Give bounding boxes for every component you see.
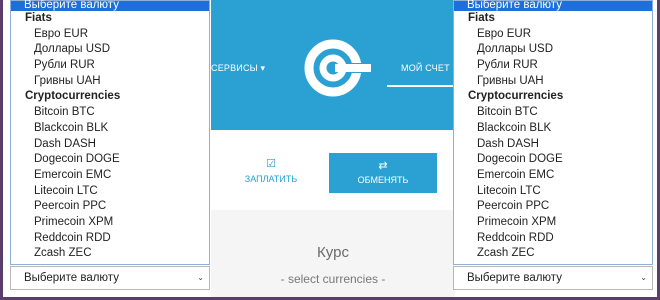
brand-logo-icon[interactable] — [295, 30, 371, 106]
dropdown-option-selected[interactable]: Выберите валюту — [11, 0, 209, 11]
dropdown-group-crypto: Cryptocurrencies — [25, 90, 121, 103]
dropdown-option[interactable]: Dash DASH — [11, 137, 209, 153]
site-header: СЕРВИСЫ ▾ МОЙ СЧЕТ — [211, 0, 455, 130]
exchange-page: СЕРВИСЫ ▾ МОЙ СЧЕТ ☑ ЗАПЛАТИТЬ ⇄ ОБМЕНЯТ… — [211, 0, 455, 297]
rate-title: Курс — [317, 244, 349, 261]
exchange-arrows-icon: ⇄ — [378, 160, 388, 172]
dropdown-option[interactable]: Евро EUR — [11, 27, 209, 43]
dropdown-option[interactable]: Гривны UAH — [11, 74, 209, 90]
dropdown-group-fiats: Fiats — [468, 12, 495, 24]
currency-select-left[interactable]: Выберите валюту ⌄ — [10, 266, 210, 290]
nav-my-account-link[interactable]: МОЙ СЧЕТ — [401, 63, 450, 73]
dropdown-option[interactable]: Emercoin EMC — [11, 168, 209, 184]
dropdown-option[interactable]: Blackcoin BLK — [11, 121, 209, 137]
currency-select-right[interactable]: Выберите валюту ⌄ — [453, 266, 653, 290]
rate-select-currencies: - select currencies - — [280, 272, 386, 286]
rate-section: Курс - select currencies - — [211, 210, 455, 297]
nav-active-underline — [387, 85, 453, 87]
dropdown-option[interactable]: Zcash ZEC — [11, 246, 209, 262]
nav-services-link[interactable]: СЕРВИСЫ ▾ — [211, 63, 265, 74]
dropdown-option[interactable]: Рубли RUR — [11, 58, 209, 74]
currency-dropdown-left: Выберите валюту Fiats Евро EUR Доллары U… — [10, 0, 210, 265]
dropdown-option[interactable]: Primecoin XPM — [454, 215, 652, 231]
dropdown-option[interactable]: Доллары USD — [454, 42, 652, 58]
dropdown-option[interactable]: Dogecoin DOGE — [454, 152, 652, 168]
currency-select-value: Выберите валюту — [467, 272, 562, 284]
currency-dropdown-right: Выберите валюту Fiats Евро EUR Доллары U… — [453, 0, 653, 265]
dropdown-option[interactable]: Primecoin XPM — [11, 215, 209, 231]
exchange-button[interactable]: ⇄ ОБМЕНЯТЬ — [329, 153, 437, 193]
pay-button-label: ЗАПЛАТИТЬ — [244, 174, 298, 184]
dropdown-option[interactable]: Litecoin LTC — [11, 184, 209, 200]
dropdown-option[interactable]: Reddcoin RDD — [11, 231, 209, 247]
check-square-icon: ☑ — [266, 158, 276, 170]
dropdown-option[interactable]: Dogecoin DOGE — [11, 152, 209, 168]
action-buttons: ☑ ЗАПЛАТИТЬ ⇄ ОБМЕНЯТЬ — [211, 130, 455, 210]
dropdown-option[interactable]: Bitcoin BTC — [11, 105, 209, 121]
chevron-down-icon[interactable]: ⌄ — [197, 267, 204, 289]
dropdown-option[interactable]: Peercoin PPC — [454, 199, 652, 215]
dropdown-option[interactable]: Zcash ZEC — [454, 246, 652, 262]
dropdown-group-crypto: Cryptocurrencies — [468, 90, 564, 103]
pay-button[interactable]: ☑ ЗАПЛАТИТЬ — [229, 157, 313, 195]
dropdown-option[interactable]: Dash DASH — [454, 137, 652, 153]
screenshot-area: СЕРВИСЫ ▾ МОЙ СЧЕТ ☑ ЗАПЛАТИТЬ ⇄ ОБМЕНЯТ… — [3, 0, 657, 297]
dropdown-option[interactable]: Гривны UAH — [454, 74, 652, 90]
screenshot-frame: СЕРВИСЫ ▾ МОЙ СЧЕТ ☑ ЗАПЛАТИТЬ ⇄ ОБМЕНЯТ… — [0, 0, 660, 300]
dropdown-option[interactable]: Доллары USD — [11, 42, 209, 58]
dropdown-option[interactable]: Reddcoin RDD — [454, 231, 652, 247]
currency-select-value: Выберите валюту — [24, 272, 119, 284]
dropdown-option-selected[interactable]: Выберите валюту — [454, 0, 652, 11]
dropdown-option[interactable]: Blackcoin BLK — [454, 121, 652, 137]
dropdown-option[interactable]: Bitcoin BTC — [454, 105, 652, 121]
chevron-down-icon[interactable]: ⌄ — [640, 267, 647, 289]
exchange-button-label: ОБМЕНЯТЬ — [357, 175, 409, 185]
dropdown-option[interactable]: Emercoin EMC — [454, 168, 652, 184]
dropdown-option[interactable]: Рубли RUR — [454, 58, 652, 74]
dropdown-option[interactable]: Евро EUR — [454, 27, 652, 43]
dropdown-option[interactable]: Peercoin PPC — [11, 199, 209, 215]
dropdown-group-fiats: Fiats — [25, 12, 52, 24]
dropdown-option[interactable]: Litecoin LTC — [454, 184, 652, 200]
